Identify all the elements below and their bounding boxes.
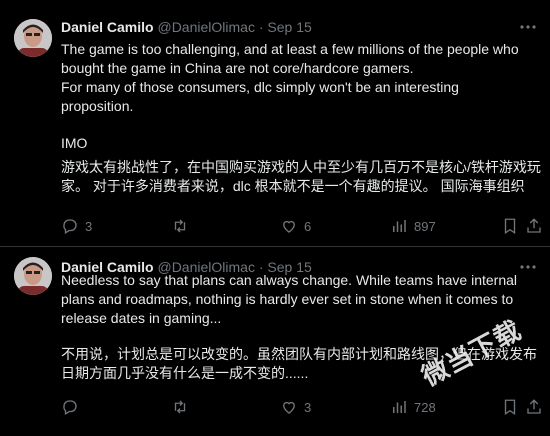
share-icon bbox=[527, 399, 541, 414]
views-button[interactable]: 897 bbox=[390, 216, 436, 236]
share-button[interactable] bbox=[525, 216, 543, 236]
like-count: 3 bbox=[304, 399, 312, 415]
more-options-icon[interactable] bbox=[518, 18, 538, 36]
reply-icon bbox=[63, 219, 77, 234]
tweet-header: Daniel Camilo @DanielOlimac · Sep 15 bbox=[61, 18, 312, 36]
share-button[interactable] bbox=[525, 397, 543, 417]
views-count: 728 bbox=[414, 399, 436, 415]
heart-icon bbox=[283, 401, 295, 414]
bookmark-icon bbox=[504, 218, 516, 235]
tweet-text-cn: 游戏太有挑战性了，在中国购买游戏的人中至少有几百万不是核心/铁杆游戏玩 家。 对… bbox=[61, 159, 541, 194]
tweet-text-en: The game is too challenging, and at leas… bbox=[61, 41, 519, 114]
tweet-actions: 3 6 897 bbox=[61, 216, 541, 236]
like-button[interactable]: 6 bbox=[280, 216, 311, 236]
tweet-text: The game is too challenging, and at leas… bbox=[61, 40, 541, 116]
tweet-text-en: Needless to say that plans can always ch… bbox=[61, 272, 518, 326]
tweet-text-imo-line: IMO bbox=[61, 135, 88, 151]
retweet-button[interactable] bbox=[171, 397, 195, 417]
retweet-button[interactable] bbox=[171, 216, 195, 236]
heart-icon bbox=[283, 220, 295, 233]
tweet-translation: 游戏太有挑战性了，在中国购买游戏的人中至少有几百万不是核心/铁杆游戏玩 家。 对… bbox=[61, 158, 541, 196]
timestamp[interactable]: Sep 15 bbox=[267, 19, 311, 35]
reply-button[interactable] bbox=[61, 397, 85, 417]
bookmark-button[interactable] bbox=[501, 216, 519, 236]
views-icon bbox=[393, 220, 406, 232]
reply-icon bbox=[63, 400, 77, 415]
share-icon bbox=[527, 218, 541, 233]
tweet[interactable]: Daniel Camilo @DanielOlimac · Sep 15 The… bbox=[0, 0, 550, 247]
views-button[interactable]: 728 bbox=[390, 397, 436, 417]
author-name[interactable]: Daniel Camilo bbox=[61, 19, 154, 35]
like-button[interactable]: 3 bbox=[280, 397, 311, 417]
retweet-icon bbox=[174, 400, 186, 414]
separator: · bbox=[258, 19, 264, 35]
tweet-text-imo: IMO bbox=[61, 134, 541, 153]
author-handle[interactable]: @DanielOlimac bbox=[157, 19, 254, 35]
tweet-text: Needless to say that plans can always ch… bbox=[61, 271, 541, 328]
views-count: 897 bbox=[414, 218, 436, 234]
views-icon bbox=[393, 401, 406, 413]
reply-count: 3 bbox=[85, 218, 93, 234]
retweet-icon bbox=[174, 219, 186, 233]
avatar[interactable] bbox=[14, 19, 52, 57]
reply-button[interactable]: 3 bbox=[61, 216, 92, 236]
avatar[interactable] bbox=[14, 257, 52, 295]
like-count: 6 bbox=[304, 218, 312, 234]
